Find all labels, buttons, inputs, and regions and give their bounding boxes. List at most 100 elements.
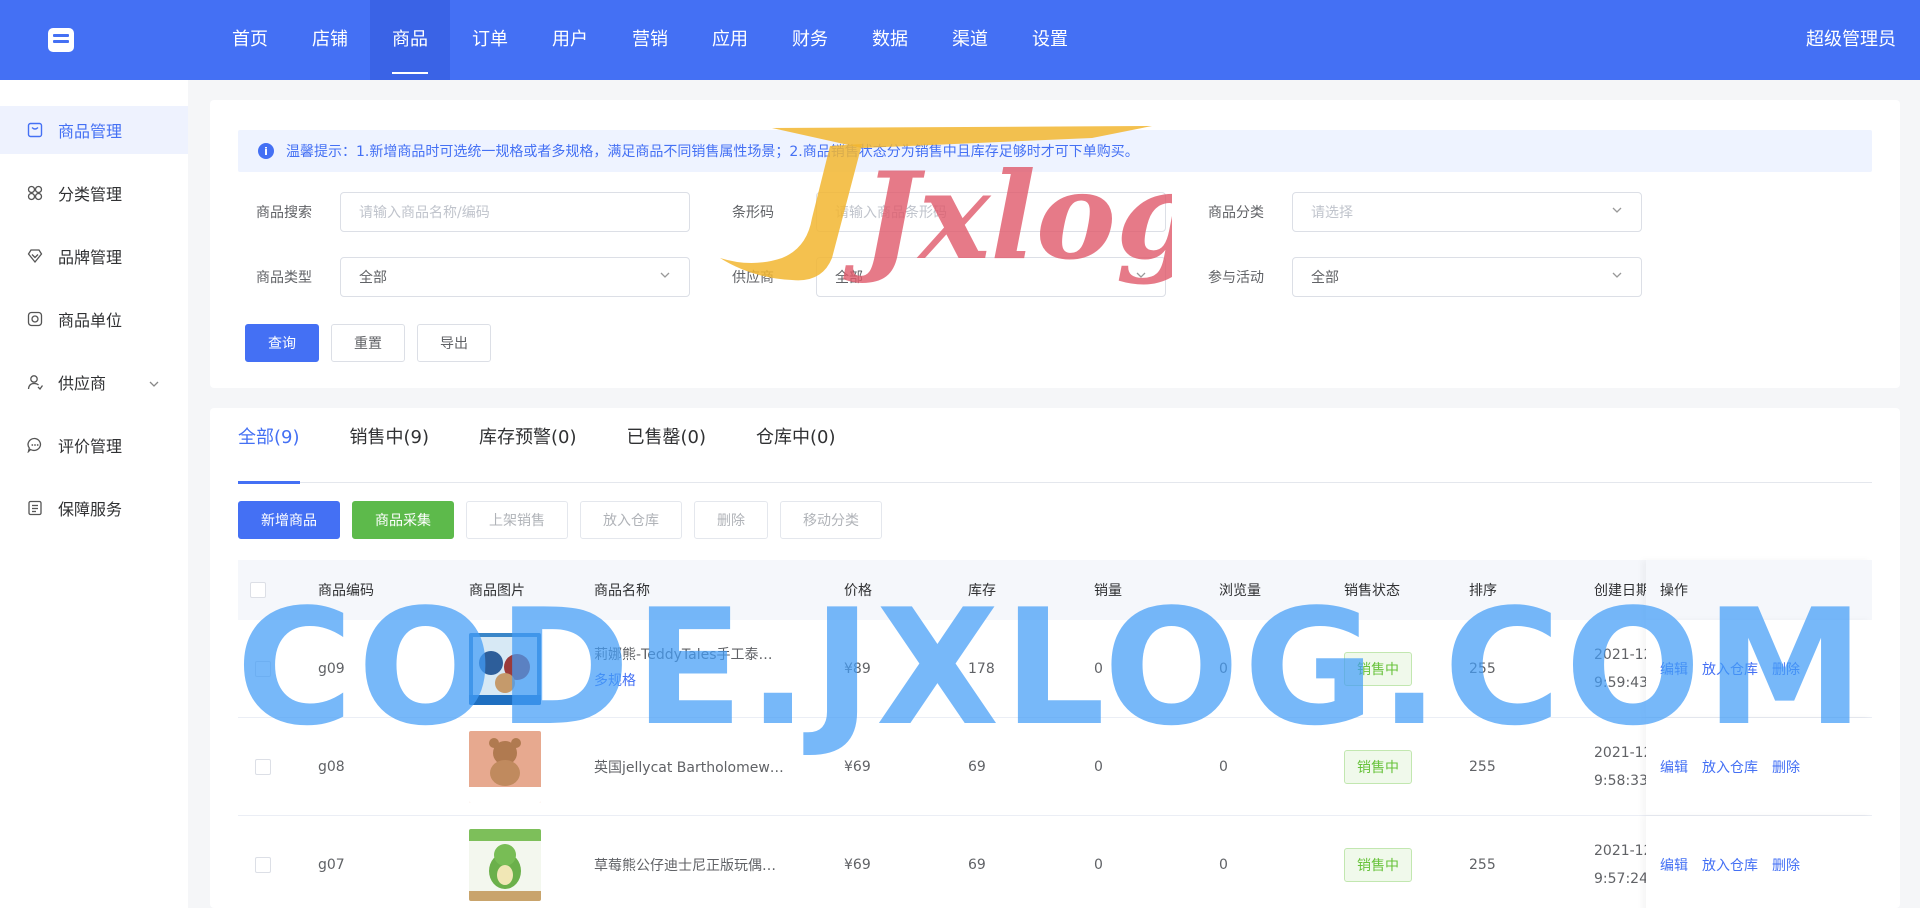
row-ops-col: 编辑 放入仓库 删除: [1646, 718, 1872, 815]
edit-link[interactable]: 编辑: [1660, 855, 1688, 875]
row-views: 0: [1219, 661, 1228, 677]
goods-list-panel: 全部(9) 销售中(9) 库存预警(0) 已售罄(0) 仓库中(0) 新增商品 …: [210, 408, 1900, 908]
unit-icon: [26, 310, 44, 328]
row-created: 2021-12 9:59:43: [1594, 647, 1653, 691]
supplier-group: 供应商 全部: [714, 257, 1190, 297]
status-badge: 销售中: [1344, 848, 1412, 882]
select-all-checkbox[interactable]: [250, 582, 266, 598]
info-icon: i: [258, 143, 274, 159]
chevron-down-icon: [1135, 269, 1147, 285]
category-select[interactable]: 请选择: [1292, 192, 1642, 232]
nav-home[interactable]: 首页: [210, 0, 290, 80]
activity-select[interactable]: 全部: [1292, 257, 1642, 297]
sidebar-item-label: 商品单位: [58, 311, 123, 330]
move-category-button[interactable]: 移动分类: [780, 501, 882, 539]
table-row: g09 莉娜熊-TeddyTales手工泰… 多规格 ¥89 178 0 0 销…: [238, 620, 1872, 718]
type-label: 商品类型: [256, 270, 312, 286]
product-image[interactable]: [469, 633, 541, 705]
row-ops-col: 编辑 放入仓库 删除: [1646, 620, 1872, 717]
tab-in-warehouse[interactable]: 仓库中(0): [756, 408, 836, 483]
nav-channels[interactable]: 渠道: [930, 0, 1010, 80]
table-row: g07 草莓熊公仔迪士尼正版玩偶… ¥69 69 0 0 销售中 255 202…: [238, 816, 1872, 908]
search-group: 商品搜索 请输入商品名称/编码: [238, 192, 714, 232]
row-views: 0: [1219, 759, 1228, 775]
sidebar-item-brand[interactable]: 品牌管理: [0, 232, 188, 280]
delete-link[interactable]: 删除: [1772, 757, 1800, 777]
row-sort: 255: [1469, 759, 1496, 775]
multi-spec-tag: 多规格: [594, 673, 636, 689]
row-name[interactable]: 草莓熊公仔迪士尼正版玩偶…: [594, 855, 776, 875]
row-name[interactable]: 英国jellycat Bartholomew…: [594, 757, 784, 777]
nav-data[interactable]: 数据: [850, 0, 930, 80]
status-badge: 销售中: [1344, 652, 1412, 686]
sidebar-item-label: 供应商: [58, 374, 107, 393]
to-warehouse-link[interactable]: 放入仓库: [1702, 757, 1758, 777]
sidebar: 商品管理 分类管理 品牌管理 商品单位 供应商 评价管理 保障服务: [0, 80, 188, 908]
to-warehouse-button[interactable]: 放入仓库: [580, 501, 682, 539]
tab-stock-warning[interactable]: 库存预警(0): [479, 408, 577, 483]
tab-all[interactable]: 全部(9): [238, 408, 300, 484]
to-warehouse-link[interactable]: 放入仓库: [1702, 659, 1758, 679]
row-checkbox[interactable]: [255, 759, 271, 775]
tab-on-sale[interactable]: 销售中(9): [350, 408, 430, 483]
nav-goods[interactable]: 商品: [370, 0, 450, 80]
sidebar-item-unit[interactable]: 商品单位: [0, 295, 188, 343]
store-logo-icon[interactable]: [36, 25, 86, 55]
row-checkbox[interactable]: [255, 661, 271, 677]
sidebar-item-category[interactable]: 分类管理: [0, 169, 188, 217]
nav-store[interactable]: 店铺: [290, 0, 370, 80]
search-input[interactable]: 请输入商品名称/编码: [340, 192, 690, 232]
delete-link[interactable]: 删除: [1772, 659, 1800, 679]
sidebar-item-label: 保障服务: [58, 500, 123, 519]
category-icon: [26, 184, 44, 202]
product-image[interactable]: [469, 731, 541, 803]
header-code: 商品编码: [318, 583, 374, 599]
sidebar-item-label: 商品管理: [58, 122, 123, 141]
put-on-sale-button[interactable]: 上架销售: [466, 501, 568, 539]
type-group: 商品类型 全部: [238, 257, 714, 297]
row-code: g09: [318, 661, 345, 677]
chevron-down-icon: [1611, 269, 1623, 285]
to-warehouse-link[interactable]: 放入仓库: [1702, 855, 1758, 875]
tab-sold-out[interactable]: 已售罄(0): [627, 408, 707, 483]
export-button[interactable]: 导出: [417, 324, 491, 362]
row-code: g07: [318, 857, 345, 873]
nav-finance[interactable]: 财务: [770, 0, 850, 80]
product-image[interactable]: [469, 829, 541, 901]
nav-users[interactable]: 用户: [530, 0, 610, 80]
reset-button[interactable]: 重置: [331, 324, 405, 362]
chevron-down-icon: [1611, 204, 1623, 220]
sidebar-item-comment[interactable]: 评价管理: [0, 421, 188, 469]
query-button[interactable]: 查询: [245, 324, 319, 362]
supplier-label: 供应商: [732, 270, 774, 286]
delete-button[interactable]: 删除: [694, 501, 768, 539]
nav-marketing[interactable]: 营销: [610, 0, 690, 80]
sidebar-item-goods[interactable]: 商品管理: [0, 106, 188, 154]
row-price: ¥89: [844, 661, 871, 677]
filter-buttons: 查询 重置 导出: [245, 324, 503, 362]
header-name: 商品名称: [594, 583, 650, 599]
delete-link[interactable]: 删除: [1772, 855, 1800, 875]
row-stock: 178: [968, 661, 995, 677]
supplier-select[interactable]: 全部: [816, 257, 1166, 297]
barcode-input[interactable]: 请输入商品条形码: [816, 192, 1166, 232]
edit-link[interactable]: 编辑: [1660, 659, 1688, 679]
activity-label: 参与活动: [1208, 270, 1264, 286]
chevron-down-icon[interactable]: [148, 375, 160, 394]
row-name[interactable]: 莉娜熊-TeddyTales手工泰…: [594, 644, 773, 664]
sidebar-item-service[interactable]: 保障服务: [0, 484, 188, 532]
collect-goods-button[interactable]: 商品采集: [352, 501, 454, 539]
search-label: 商品搜索: [256, 205, 312, 221]
nav-apps[interactable]: 应用: [690, 0, 770, 80]
user-menu[interactable]: 超级管理员: [1806, 0, 1896, 80]
sidebar-item-supplier[interactable]: 供应商: [0, 358, 188, 406]
row-checkbox[interactable]: [255, 857, 271, 873]
add-goods-button[interactable]: 新增商品: [238, 501, 340, 539]
nav-settings[interactable]: 设置: [1010, 0, 1090, 80]
type-select[interactable]: 全部: [340, 257, 690, 297]
chevron-down-icon: [659, 269, 671, 285]
header-views: 浏览量: [1219, 583, 1261, 599]
nav-orders[interactable]: 订单: [450, 0, 530, 80]
edit-link[interactable]: 编辑: [1660, 757, 1688, 777]
table-header: 商品编码 商品图片 商品名称 价格 库存 销量 浏览量 销售状态 排序 创建日期…: [238, 560, 1872, 620]
